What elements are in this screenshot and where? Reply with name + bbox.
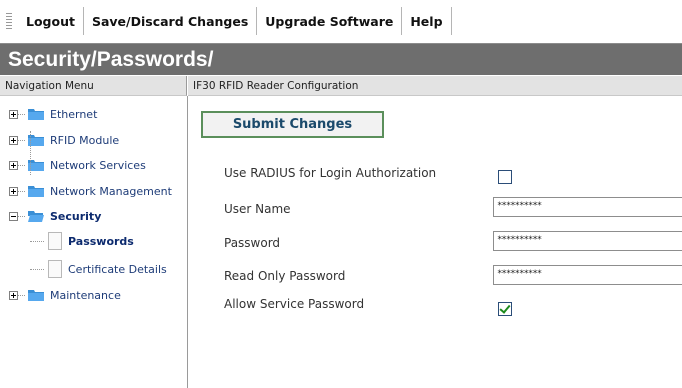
nav-item-network-services[interactable]: Network Services [0,155,146,175]
nav-item-maintenance[interactable]: Maintenance [0,285,121,305]
radius-label: Use RADIUS for Login Authorization [224,166,437,180]
password-label: Password [224,236,281,250]
expand-icon[interactable] [9,186,18,196]
upgrade-software-button[interactable]: Upgrade Software [257,7,403,35]
expand-icon[interactable] [9,109,18,119]
toolbar-grip [6,13,12,29]
nav-item-security[interactable]: Security [0,206,101,226]
logout-button[interactable]: Logout [18,7,84,35]
nav-subitem-label: Passwords [68,234,134,248]
document-icon [48,232,62,250]
nav-item-label: Network Services [50,158,146,172]
nav-item-label: Maintenance [50,288,121,302]
expand-icon[interactable] [9,135,18,145]
top-toolbar: Logout Save/Discard Changes Upgrade Soft… [0,0,682,42]
nav-item-ethernet[interactable]: Ethernet [0,104,97,124]
config-header: IF30 RFID Reader Configuration [188,76,682,96]
service-password-label: Allow Service Password [224,297,365,311]
folder-icon [28,108,44,120]
nav-item-label: Security [50,209,102,223]
nav-item-rfid-module[interactable]: RFID Module [0,130,119,150]
page-title: Security/Passwords/ [0,43,682,75]
nav-item-label: Ethernet [50,107,98,121]
save-discard-changes-button[interactable]: Save/Discard Changes [84,7,258,35]
folder-icon [28,185,44,197]
help-button[interactable]: Help [402,7,452,35]
nav-subitem-certificate-details[interactable]: Certificate Details [30,258,167,280]
radius-checkbox[interactable] [498,170,512,184]
username-label: User Name [224,202,291,216]
service-password-checkbox[interactable] [498,302,512,316]
nav-subitem-label: Certificate Details [68,262,167,276]
open-folder-icon [28,210,44,222]
document-icon [48,260,62,278]
nav-item-label: RFID Module [50,133,120,147]
expand-icon[interactable] [9,290,18,300]
nav-item-network-management[interactable]: Network Management [0,181,172,201]
nav-item-label: Network Management [50,184,172,198]
expand-icon[interactable] [9,160,18,170]
nav-menu-header: Navigation Menu [0,76,187,96]
tree-connector [30,131,31,175]
collapse-icon[interactable] [9,211,18,221]
readonly-password-input[interactable]: ********** [493,265,682,285]
nav-subitem-passwords[interactable]: Passwords [30,230,134,252]
navigation-sidebar: Ethernet RFID Module Network Services Ne… [0,96,188,388]
password-input[interactable]: ********** [493,231,682,251]
readonly-password-label: Read Only Password [224,269,346,283]
submit-changes-button[interactable]: Submit Changes [201,111,384,138]
folder-icon [28,289,44,301]
username-input[interactable]: ********** [493,197,682,217]
